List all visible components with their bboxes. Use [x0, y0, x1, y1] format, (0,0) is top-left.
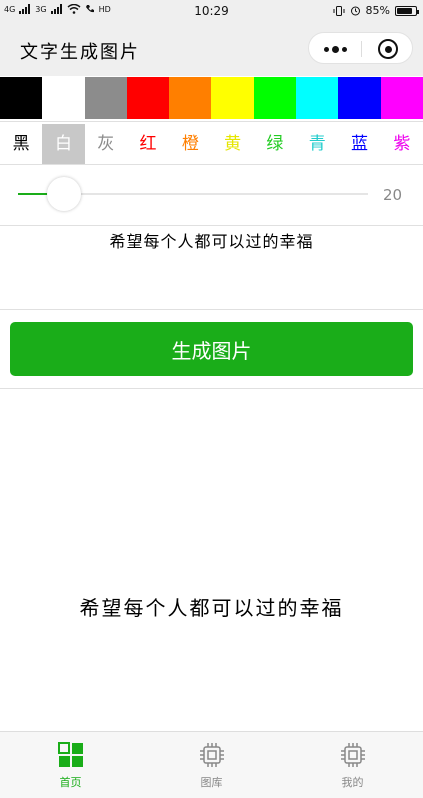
- tab-mine[interactable]: 我的: [282, 732, 423, 798]
- target-icon: [378, 39, 398, 59]
- color-swatch[interactable]: [126, 77, 170, 119]
- font-size-slider[interactable]: [18, 176, 368, 212]
- generate-image-button[interactable]: 生成图片: [10, 322, 413, 376]
- divider: [0, 121, 423, 122]
- color-label[interactable]: 绿: [254, 124, 296, 164]
- color-swatch[interactable]: [338, 77, 381, 119]
- slider-value: 20: [382, 186, 403, 204]
- divider: [0, 164, 423, 165]
- tab-gallery-label: 图库: [200, 776, 223, 789]
- color-label[interactable]: 蓝: [338, 124, 380, 164]
- vibrate-icon: [333, 5, 345, 16]
- more-button[interactable]: [309, 33, 361, 65]
- slider-thumb[interactable]: [46, 177, 81, 211]
- color-swatch[interactable]: [211, 77, 254, 119]
- more-dots-icon: [323, 45, 347, 53]
- menu-capsule: [308, 32, 413, 64]
- color-swatch[interactable]: [380, 77, 423, 119]
- color-swatch[interactable]: [296, 77, 339, 119]
- page-title: 文字生成图片: [20, 42, 140, 63]
- grid-icon: [57, 742, 83, 767]
- color-swatch[interactable]: [84, 77, 127, 119]
- color-label-row: 黑白灰红橙黄绿青蓝紫: [0, 124, 423, 164]
- color-swatch[interactable]: [253, 77, 297, 119]
- color-label[interactable]: 白: [42, 124, 85, 164]
- color-swatch[interactable]: [42, 77, 85, 119]
- text-input[interactable]: 希望每个人都可以过的幸福: [0, 228, 423, 252]
- page: 4G 3G HD 10:29 85% 文字生成图片 黑 白 灰 红 橙 黄 绿 …: [0, 0, 423, 798]
- tab-mine-label: 我的: [341, 776, 364, 789]
- tab-home-label: 首页: [59, 776, 82, 789]
- tab-home[interactable]: 首页: [0, 732, 141, 798]
- color-swatch[interactable]: [169, 77, 212, 119]
- status-right: 85%: [333, 4, 419, 17]
- tab-bar: 首页 图库 我的: [0, 731, 423, 798]
- color-label[interactable]: 灰: [85, 124, 127, 164]
- divider: [0, 309, 423, 310]
- color-swatch[interactable]: [0, 77, 43, 119]
- color-swatch-row: [0, 77, 423, 119]
- color-label[interactable]: 橙: [169, 124, 211, 164]
- color-label[interactable]: 红: [127, 124, 169, 164]
- tab-gallery[interactable]: 图库: [141, 732, 282, 798]
- battery-percent: 85%: [365, 4, 390, 17]
- close-miniprogram-button[interactable]: [362, 33, 414, 65]
- alarm-icon: [350, 6, 360, 16]
- preview-text: 希望每个人都可以过的幸福: [79, 596, 344, 620]
- color-label[interactable]: 紫: [381, 124, 423, 164]
- nav-bar: 文字生成图片: [0, 22, 423, 76]
- image-preview: [0, 389, 423, 731]
- chip-icon: [340, 743, 365, 767]
- divider: [0, 225, 423, 226]
- status-bar: 4G 3G HD 10:29 85%: [0, 0, 423, 22]
- color-label[interactable]: 黑: [0, 124, 42, 164]
- color-label[interactable]: 青: [296, 124, 338, 164]
- color-label[interactable]: 黄: [211, 124, 253, 164]
- battery-icon: [395, 5, 419, 16]
- chip-icon: [199, 743, 224, 767]
- battery-fill: [397, 7, 413, 14]
